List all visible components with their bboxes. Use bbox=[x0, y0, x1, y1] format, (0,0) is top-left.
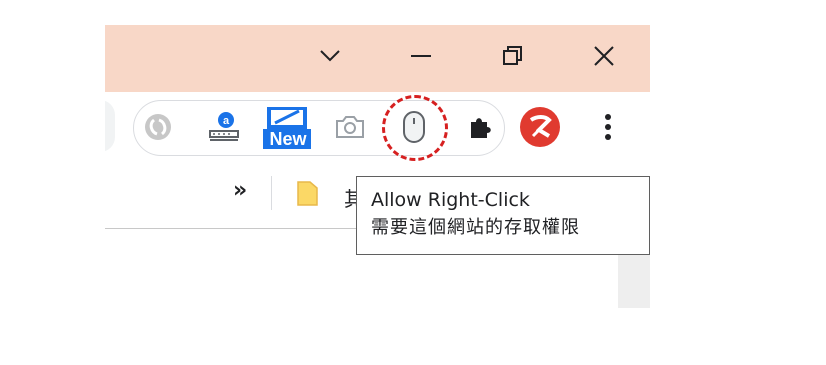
browser-toolbar: a New bbox=[105, 92, 650, 162]
more-vertical-icon bbox=[605, 114, 611, 140]
restore-icon bbox=[503, 46, 522, 65]
avatar bbox=[520, 107, 560, 147]
svg-text:a: a bbox=[223, 115, 230, 127]
tooltip-title: Allow Right-Click bbox=[371, 189, 530, 211]
bookmarks-separator bbox=[271, 176, 272, 210]
folder-icon[interactable] bbox=[295, 179, 321, 207]
extensions-container bbox=[133, 100, 505, 156]
new-badge-label: New bbox=[269, 129, 307, 149]
close-icon bbox=[594, 46, 614, 66]
new-extension-button[interactable]: New bbox=[261, 106, 313, 149]
close-button[interactable] bbox=[584, 39, 624, 73]
translate-icon: a bbox=[209, 112, 239, 141]
title-bar bbox=[105, 25, 650, 92]
tab-search-button[interactable] bbox=[310, 39, 350, 73]
extensions-menu-button[interactable] bbox=[459, 106, 501, 148]
address-bar-edge[interactable] bbox=[105, 100, 115, 152]
tooltip-subtitle: 需要這個網站的存取權限 bbox=[371, 217, 580, 238]
camera-icon bbox=[336, 116, 364, 138]
extension-tooltip: Allow Right-Click 需要這個網站的存取權限 bbox=[356, 176, 650, 255]
screenshot-extension-button[interactable] bbox=[329, 106, 371, 148]
browser-window: a New » 其 bbox=[105, 25, 650, 308]
sync-extension-button[interactable] bbox=[137, 106, 179, 148]
restore-button[interactable] bbox=[493, 39, 533, 73]
chrome-menu-button[interactable] bbox=[587, 106, 629, 148]
chevron-down-icon bbox=[320, 50, 340, 62]
translate-extension-button[interactable]: a bbox=[201, 106, 243, 148]
minimize-icon bbox=[411, 55, 431, 57]
minimize-button[interactable] bbox=[401, 39, 441, 73]
bookmarks-overflow-button[interactable]: » bbox=[233, 178, 247, 203]
highlight-circle bbox=[382, 95, 448, 161]
profile-avatar-button[interactable] bbox=[519, 106, 561, 148]
swirl-icon bbox=[145, 114, 171, 140]
puzzle-icon bbox=[471, 118, 491, 138]
